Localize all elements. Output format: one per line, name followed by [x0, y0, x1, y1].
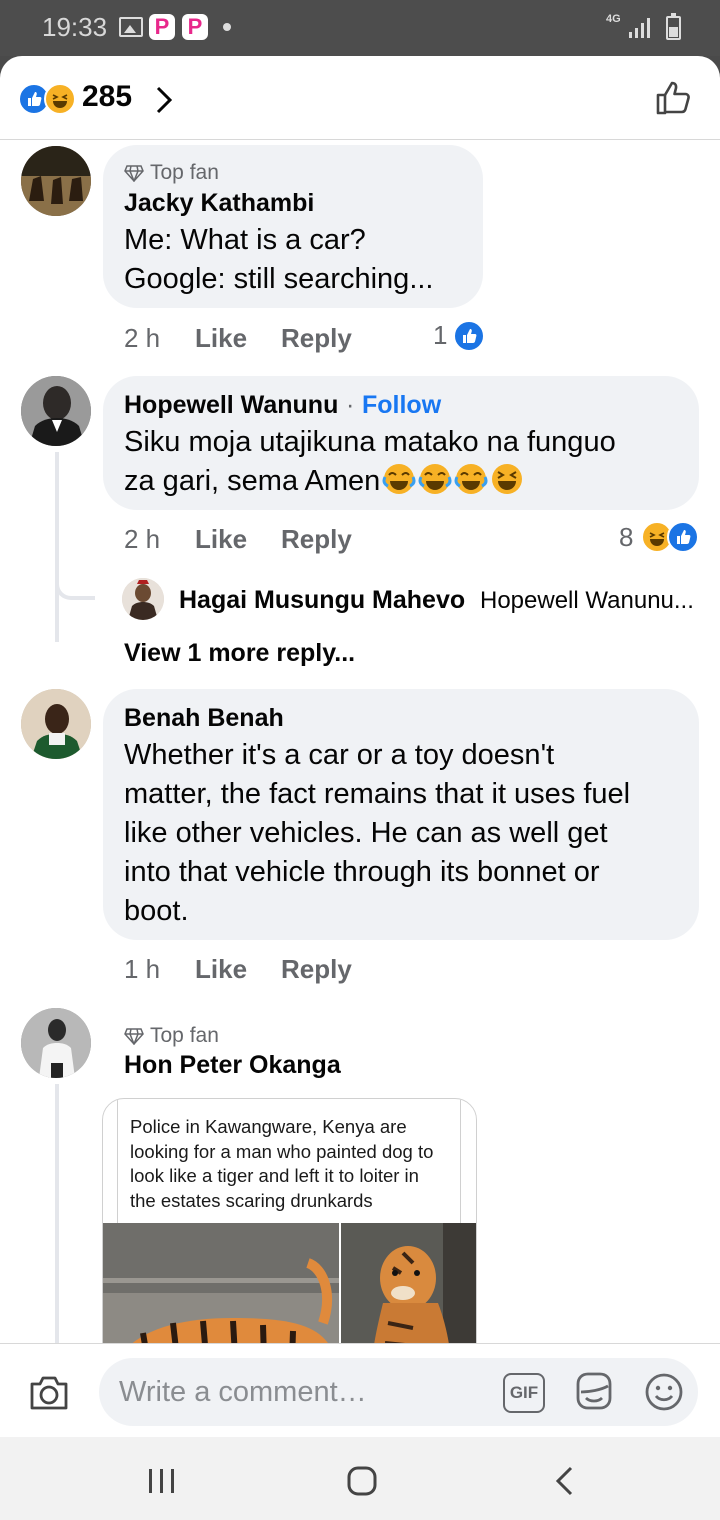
status-time: 19:33 — [42, 12, 108, 42]
haha-reaction-icon — [44, 83, 76, 115]
sticker-icon[interactable] — [572, 1370, 616, 1414]
comment-text: Me: What is a car? Google: still searchi… — [124, 221, 433, 299]
view-more-replies-link[interactable]: View 1 more reply... — [124, 639, 355, 668]
reaction-count[interactable]: 8 — [619, 522, 633, 553]
reactions-header[interactable]: 285 — [0, 56, 720, 140]
comment-time: 2 h — [124, 524, 161, 554]
image-caption-line: look like a tiger and left it to loiter … — [130, 1165, 419, 1186]
reaction-count[interactable]: 1 — [433, 320, 447, 351]
system-nav-bar — [0, 1437, 720, 1520]
reply-author[interactable]: Hagai Musungu Mahevo — [179, 586, 465, 615]
image-caption-line: Police in Kawangware, Kenya are — [130, 1116, 407, 1137]
app-p-notification-icon-2: P — [182, 14, 208, 40]
home-icon[interactable] — [346, 1465, 378, 1497]
signal-icon — [629, 18, 650, 38]
tears-of-joy-emoji-icon — [382, 462, 416, 496]
tears-of-joy-emoji-icon — [418, 462, 452, 496]
like-post-icon[interactable] — [655, 80, 693, 116]
comment-text-line: Me: What is a car? — [124, 224, 366, 256]
chevron-right-icon[interactable] — [155, 86, 173, 114]
comment-author[interactable]: Hopewell Wanunu — [124, 391, 338, 420]
top-fan-badge: Top fan — [150, 1024, 219, 1047]
avatar-hon-peter-okanga[interactable] — [21, 1008, 91, 1078]
comment-text-line: Whether it's a car or a toy doesn't — [124, 739, 555, 771]
status-bar: 19:33 P P 4G — [0, 0, 720, 56]
gallery-notification-icon — [119, 17, 143, 37]
like-button[interactable]: Like — [195, 954, 247, 985]
reply-thread-line — [55, 1084, 59, 1384]
laughing-emoji-icon — [490, 462, 524, 496]
comment-text-line: za gari, sema Amen — [124, 465, 381, 497]
comment-author[interactable]: Hon Peter Okanga — [124, 1051, 341, 1080]
comment-text-line: like other vehicles. He can as well get — [124, 817, 608, 849]
avatar-benah-benah[interactable] — [21, 689, 91, 759]
image-caption-line: looking for a man who painted dog to — [130, 1140, 434, 1162]
comment-text: Whether it's a car or a toy doesn't matt… — [124, 736, 630, 931]
comment-text-line: Siku moja utajikuna matako na funguo — [124, 426, 616, 458]
diamond-top-fan-icon — [124, 165, 144, 182]
reply-preview-text[interactable]: Hopewell Wanunu... — [480, 587, 694, 615]
app-p-notification-icon: P — [149, 14, 175, 40]
avatar-hagai-musungu-mahevo[interactable] — [122, 578, 164, 620]
image-frame-line — [117, 1099, 118, 1223]
comment-text-line: into that vehicle through its bonnet or — [124, 856, 600, 888]
network-type: 4G — [606, 13, 621, 25]
comment-text: Siku moja utajikuna matako na funguo za … — [124, 423, 616, 501]
avatar-hopewell-wanunu[interactable] — [21, 376, 91, 446]
comment-author[interactable]: Jacky Kathambi — [124, 189, 314, 218]
reply-thread-line — [55, 452, 59, 642]
comment-text-line: Google: still searching... — [124, 263, 434, 295]
comments-sheet: 285 Top fan Jacky Kathambi Me: What is a… — [0, 56, 720, 1437]
like-reaction-icon — [453, 320, 485, 352]
diamond-top-fan-icon — [124, 1028, 144, 1045]
battery-icon — [666, 13, 681, 40]
reply-thread-branch — [55, 576, 95, 600]
recent-apps-icon[interactable] — [148, 1468, 176, 1494]
emoji-icon[interactable] — [643, 1371, 685, 1413]
reaction-count[interactable]: 285 — [82, 80, 132, 114]
comment-text-line: matter, the fact remains that it uses fu… — [124, 778, 631, 810]
camera-icon[interactable] — [28, 1374, 70, 1412]
image-caption-line: the estates scaring drunkards — [130, 1189, 373, 1211]
top-fan-badge: Top fan — [150, 161, 219, 184]
reply-button[interactable]: Reply — [281, 524, 352, 555]
reply-button[interactable]: Reply — [281, 323, 352, 354]
gif-button[interactable]: GIF — [503, 1373, 545, 1413]
reply-button[interactable]: Reply — [281, 954, 352, 985]
comment-author[interactable]: Benah Benah — [124, 704, 284, 733]
avatar-jacky-kathambi[interactable] — [21, 146, 91, 216]
comment-time: 1 h — [124, 954, 161, 984]
comment-time: 2 h — [124, 323, 161, 353]
image-caption: Police in Kawangware, Kenya are looking … — [130, 1115, 460, 1213]
image-frame-line — [460, 1099, 461, 1223]
comment-composer: GIF — [0, 1343, 720, 1438]
like-reaction-icon — [667, 521, 699, 553]
comment-text-line: boot. — [124, 895, 189, 927]
like-button[interactable]: Like — [195, 524, 247, 555]
like-button[interactable]: Like — [195, 323, 247, 354]
back-icon[interactable] — [553, 1465, 575, 1497]
tears-of-joy-emoji-icon — [454, 462, 488, 496]
more-notifications-icon — [223, 23, 231, 31]
follow-button[interactable]: Follow — [362, 391, 441, 420]
name-separator: · — [346, 391, 355, 419]
